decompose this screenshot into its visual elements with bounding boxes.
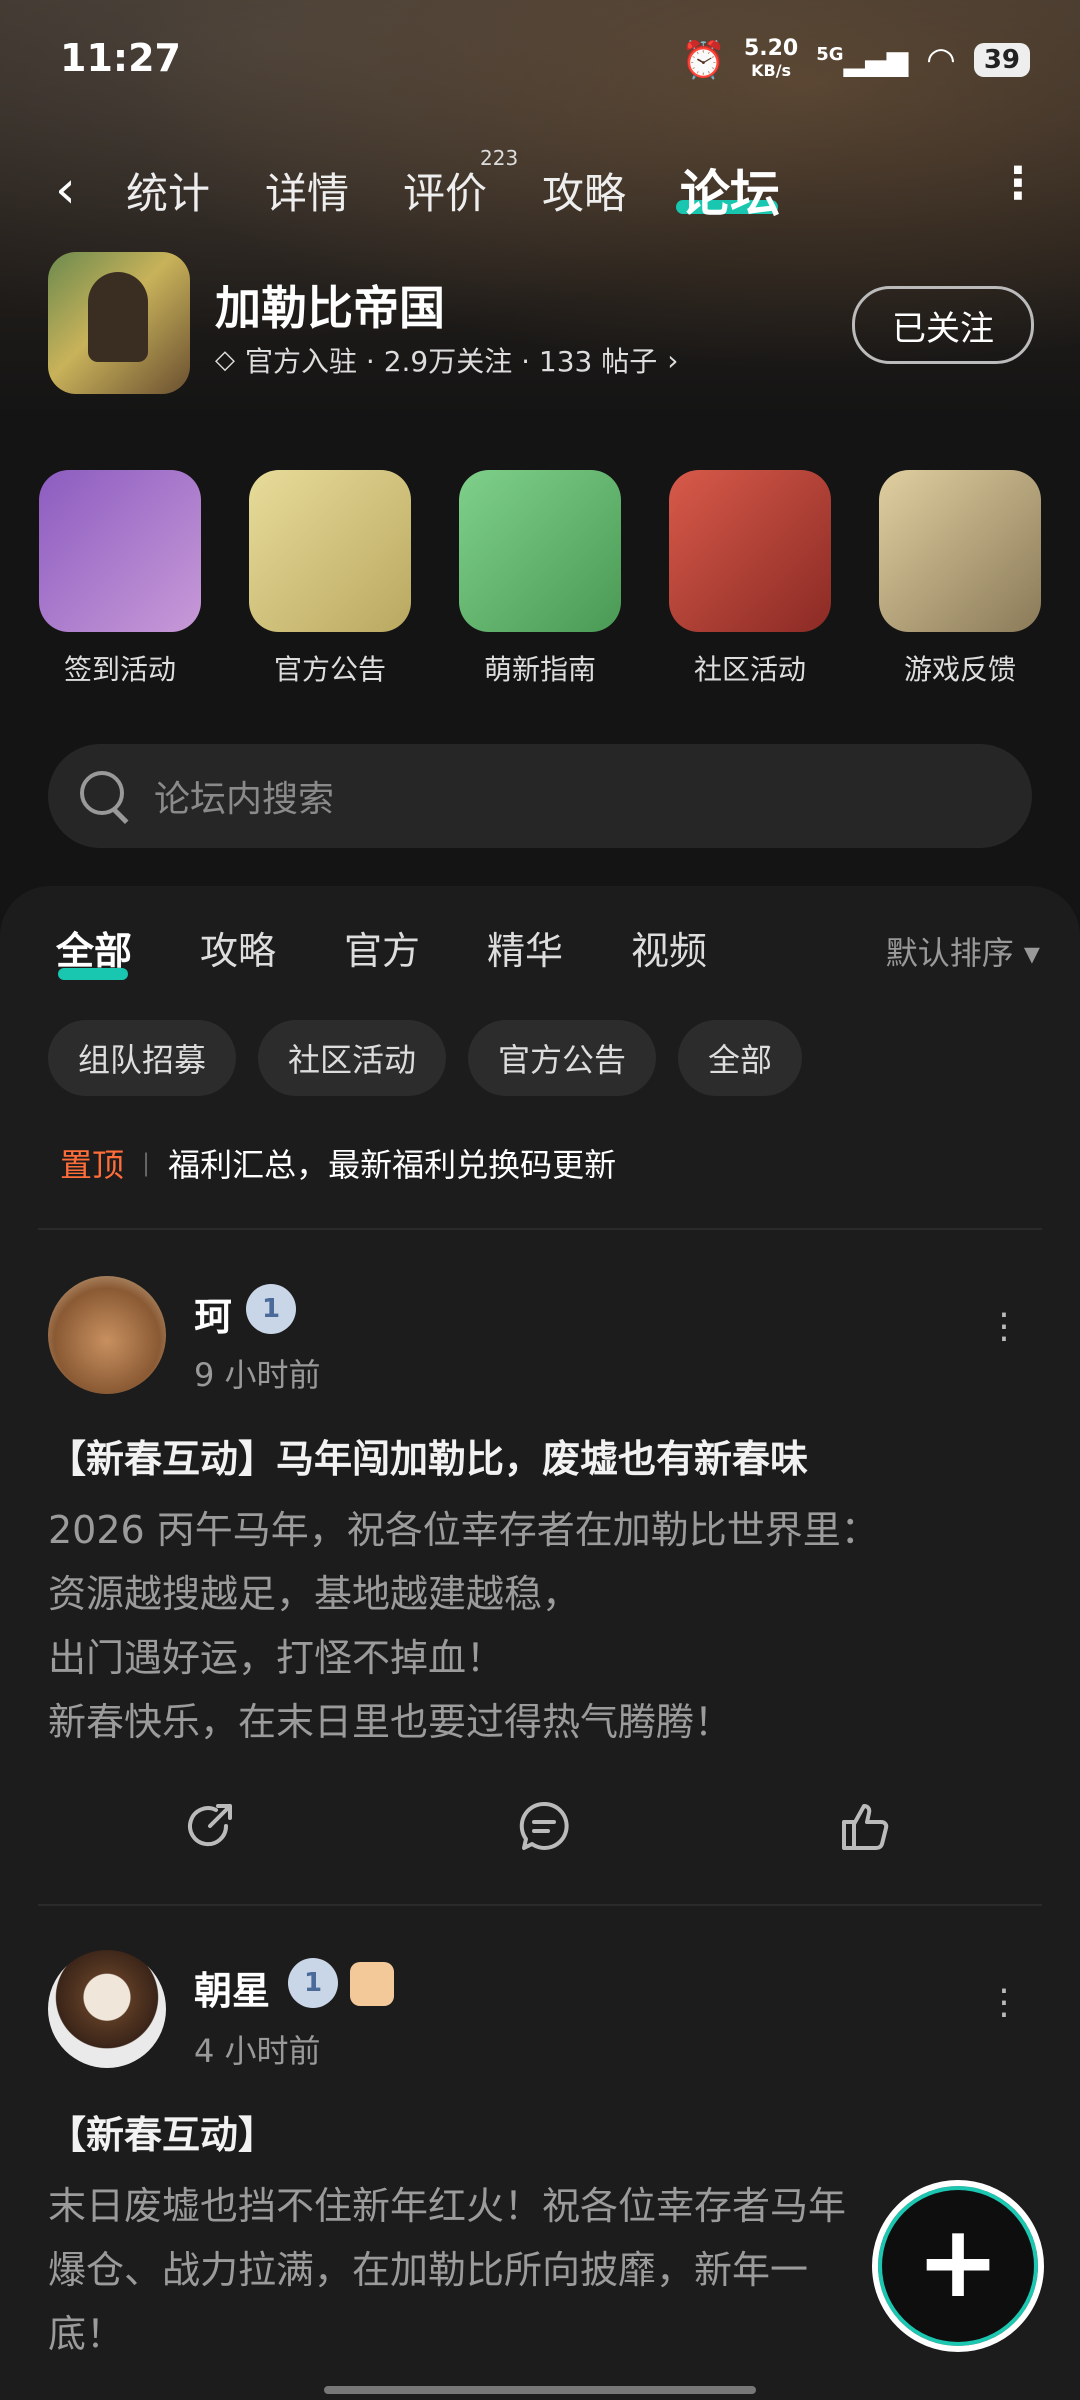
post-title[interactable]: 【新春互动】 — [48, 2104, 276, 2159]
tab-forum[interactable]: 论坛 — [680, 154, 780, 226]
post-body[interactable]: 2026 丙午马年，祝各位幸存者在加勒比世界里： 资源越搜越足，基地越建越稳， … — [48, 1498, 1038, 1754]
category-newbie-image — [459, 470, 621, 632]
more-options-icon[interactable]: ⋮ — [996, 158, 1040, 209]
avatar[interactable] — [48, 1950, 166, 2068]
home-indicator[interactable] — [324, 2386, 756, 2394]
category-feedback-image — [879, 470, 1041, 632]
post-more-icon[interactable]: · · · — [994, 1298, 1014, 1358]
filter-tab-all[interactable]: 全部 — [56, 920, 132, 975]
divider — [38, 1228, 1042, 1230]
sort-dropdown[interactable]: 默认排序 ▾ — [886, 928, 1040, 974]
comment-icon[interactable] — [514, 1796, 574, 1856]
back-icon[interactable]: ‹ — [55, 160, 76, 220]
filter-tab-guides[interactable]: 攻略 — [200, 920, 276, 975]
tab-reviews[interactable]: 评价 — [403, 160, 487, 221]
post-title[interactable]: 【新春互动】马年闯加勒比，废墟也有新春味 — [48, 1428, 808, 1483]
user-level-badge: 1 — [246, 1284, 296, 1334]
post-more-icon[interactable]: · · · — [994, 1974, 1014, 2034]
category-community[interactable]: 社区活动 — [668, 470, 832, 688]
category-shortcuts: 签到活动 官方公告 萌新指南 社区活动 游戏反馈 — [38, 470, 1058, 690]
search-icon — [78, 769, 132, 824]
category-checkin[interactable]: 签到活动 — [38, 470, 202, 688]
diamond-icon: ◇ — [215, 345, 235, 375]
battery-indicator: 39 — [973, 43, 1030, 77]
game-meta[interactable]: ◇ 官方入驻 · 2.9万关注 · 133 帖子 › — [215, 340, 678, 380]
game-app-icon — [48, 252, 190, 394]
net-speed: 5.20 KB/s — [743, 36, 799, 81]
chip-team-recruit[interactable]: 组队招募 — [48, 1020, 237, 1096]
tab-guides[interactable]: 攻略 — [542, 160, 626, 221]
pinned-post[interactable]: 置顶 | 福利汇总，最新福利兑换码更新 — [60, 1140, 616, 1186]
filter-tab-featured[interactable]: 精华 — [487, 920, 563, 975]
create-post-button[interactable]: + — [872, 2180, 1044, 2352]
pinned-title: 福利汇总，最新福利兑换码更新 — [168, 1146, 617, 1184]
filter-tab-bar: 全部 攻略 官方 精华 视频 默认排序 ▾ — [0, 920, 1080, 990]
divider — [38, 1904, 1042, 1906]
forum-search-input[interactable]: 论坛内搜索 — [48, 744, 1032, 848]
medal-badge-icon — [350, 1962, 394, 2006]
game-title: 加勒比帝国 — [215, 281, 445, 335]
pinned-tag: 置顶 — [60, 1146, 125, 1184]
filter-tab-official[interactable]: 官方 — [344, 920, 420, 975]
alarm-icon: ⏰ — [681, 40, 726, 81]
chip-row: 组队招募 社区活动 官方公告 全部 — [48, 1020, 803, 1096]
user-level-badge: 1 — [288, 1958, 338, 2008]
post-username[interactable]: 珂 — [194, 1286, 232, 1341]
category-checkin-image — [39, 470, 201, 632]
category-feedback[interactable]: 游戏反馈 — [878, 470, 1042, 688]
search-placeholder: 论坛内搜索 — [154, 779, 335, 820]
post-username[interactable]: 朝星 — [194, 1960, 270, 2015]
wifi-icon: ◠ — [926, 40, 956, 80]
post-time: 9 小时前 — [194, 1356, 321, 1394]
status-time: 11:27 — [60, 36, 181, 80]
tab-stats[interactable]: 统计 — [126, 160, 210, 221]
post-time: 4 小时前 — [194, 2032, 321, 2070]
category-community-image — [669, 470, 831, 632]
like-icon[interactable] — [836, 1796, 896, 1856]
tab-details[interactable]: 详情 — [265, 160, 349, 221]
signal-icon: 5G▂▄▆ — [816, 43, 909, 77]
follow-button[interactable]: 已关注 — [852, 286, 1034, 364]
chip-official-notice[interactable]: 官方公告 — [468, 1020, 657, 1096]
top-tab-bar: ‹ 统计 详情 评价 223 攻略 论坛 ⋮ — [0, 146, 1080, 230]
filter-tab-video[interactable]: 视频 — [631, 920, 707, 975]
review-count-badge: 223 — [480, 146, 519, 170]
chip-all[interactable]: 全部 — [678, 1020, 803, 1096]
share-icon[interactable] — [180, 1796, 240, 1856]
chip-community-event[interactable]: 社区活动 — [258, 1020, 447, 1096]
category-newbie-guide[interactable]: 萌新指南 — [458, 470, 622, 688]
pinned-separator: | — [142, 1149, 151, 1177]
chevron-right-icon: › — [667, 343, 679, 377]
avatar[interactable] — [48, 1276, 166, 1394]
category-announcement-image — [249, 470, 411, 632]
status-bar: 11:27 ⏰ 5.20 KB/s 5G▂▄▆ ◠ 39 — [0, 30, 1080, 90]
plus-icon: + — [916, 2203, 1000, 2320]
category-announcement[interactable]: 官方公告 — [248, 470, 412, 688]
